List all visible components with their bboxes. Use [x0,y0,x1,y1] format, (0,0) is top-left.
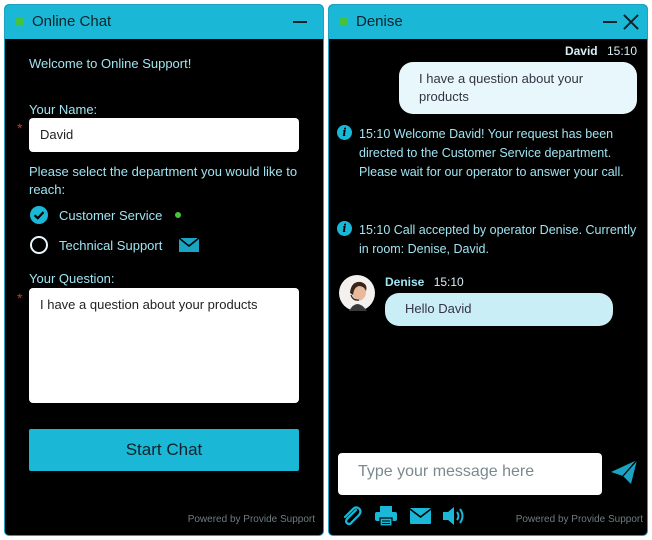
message-author: David [564,44,598,58]
minimize-button[interactable] [603,21,617,23]
info-icon: i [337,125,352,140]
email-icon [179,238,199,252]
send-icon[interactable] [609,457,639,487]
question-field[interactable]: I have a question about your products [29,288,299,403]
required-mark: * [17,290,23,306]
department-name: Technical Support [59,238,163,253]
message-bubble-outgoing: I have a question about your products [399,62,637,114]
powered-by-link[interactable]: Powered by Provide Support [188,514,315,525]
required-mark: * [17,120,23,136]
message-bubble-incoming: Hello David [385,293,613,326]
powered-by-link[interactable]: Powered by Provide Support [516,514,643,525]
message-time: 15:10 [433,275,464,289]
system-message: 15:10 Call accepted by operator Denise. … [359,223,637,256]
message-header: David 15:10 [565,44,637,58]
message-header: Denise 15:10 [385,275,464,289]
window-title: Denise [356,13,403,30]
minimize-button[interactable] [293,21,307,23]
envelope-icon[interactable] [410,508,431,524]
message-author: Denise [385,275,425,289]
online-chat-window: Online Chat Welcome to Online Support! Y… [4,4,324,536]
printer-icon[interactable] [374,505,398,527]
welcome-text: Welcome to Online Support! [29,56,192,71]
online-status-dot [15,17,24,26]
close-button[interactable] [623,14,639,30]
message-input[interactable]: Type your message here [338,453,602,495]
operator-avatar [339,275,375,311]
name-label: Your Name: [29,102,98,117]
department-name: Customer Service [59,208,163,223]
title-bar: Online Chat [5,5,323,39]
title-bar: Denise [329,5,647,39]
online-status-dot [339,17,348,26]
radio-unselected[interactable] [30,236,48,254]
question-label: Your Question: [29,271,115,286]
radio-selected[interactable] [30,206,48,224]
start-chat-button[interactable]: Start Chat [29,429,299,471]
info-icon: i [337,221,352,236]
online-dot-icon [175,212,181,218]
denise-chat-window: Denise David 15:10 I have a question abo… [328,4,648,536]
department-label: Please select the department you would l… [29,164,298,197]
window-title: Online Chat [32,13,112,30]
paperclip-icon[interactable] [341,505,363,527]
speaker-icon[interactable] [442,505,466,527]
system-message: 15:10 Welcome David! Your request has be… [359,127,624,179]
name-field[interactable]: David [29,118,299,152]
message-time: 15:10 [606,44,637,58]
